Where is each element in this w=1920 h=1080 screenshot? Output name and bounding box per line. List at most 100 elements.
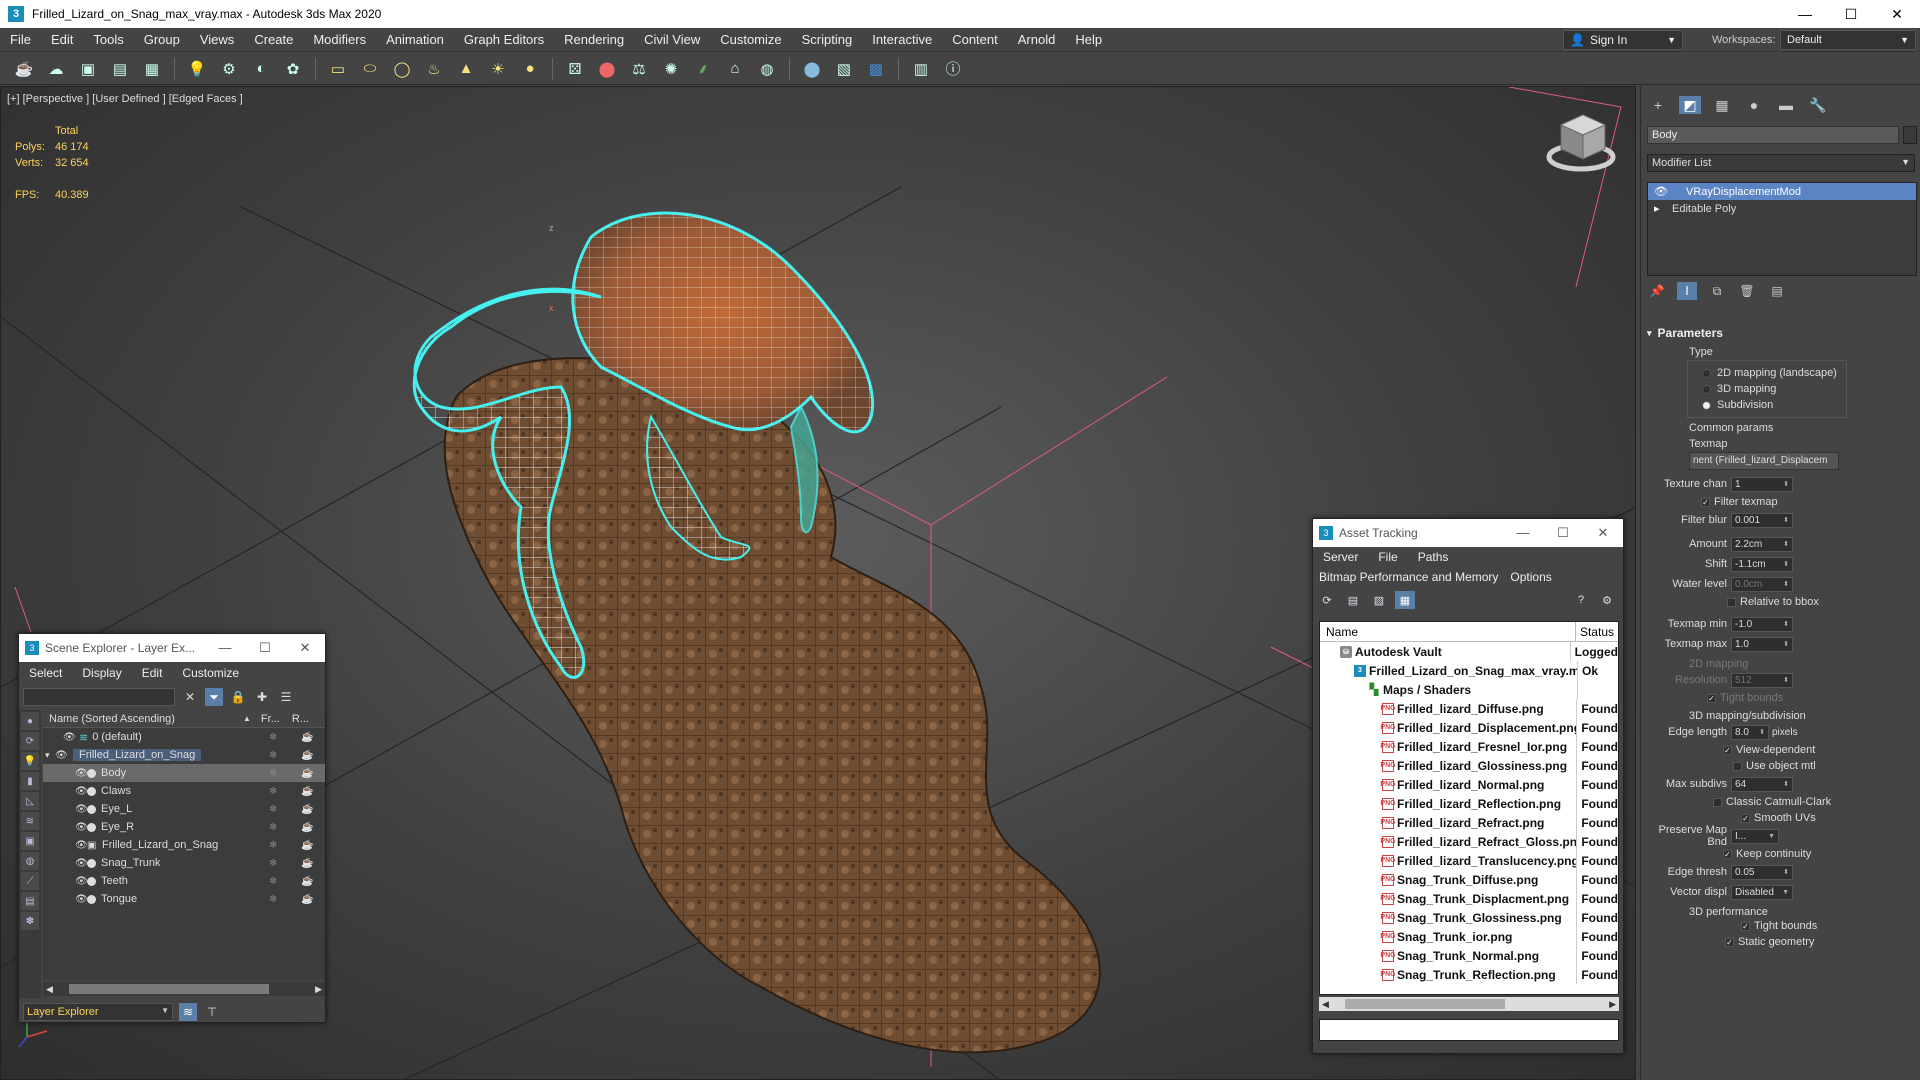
use-object-mtl-checkbox[interactable]: Use object mtl bbox=[1723, 758, 1915, 774]
asset-row[interactable]: PNG Frilled_lizard_Refract_Gloss.png Found bbox=[1320, 832, 1618, 851]
vray-frame-buffer-icon[interactable]: ▩ bbox=[862, 56, 890, 82]
menu-file[interactable]: File bbox=[0, 32, 41, 47]
asset-row[interactable]: ⛁ Autodesk Vault Logged bbox=[1320, 642, 1618, 661]
help-icon[interactable]: ? bbox=[1571, 591, 1591, 609]
frozen-snowflake-icon[interactable]: ❄ bbox=[269, 894, 277, 905]
remove-modifier-icon[interactable]: 🗑 bbox=[1737, 282, 1757, 300]
eye-icon[interactable]: 👁 bbox=[75, 876, 88, 887]
render-teapot-icon[interactable]: ☕ bbox=[301, 768, 313, 779]
classic-catmull-checkbox[interactable]: Classic Catmull-Clark bbox=[1703, 794, 1915, 810]
display-shapes-icon[interactable]: ⟳ bbox=[21, 732, 39, 750]
asset-row[interactable]: PNG Frilled_lizard_Displacement.png Found bbox=[1320, 718, 1618, 737]
eye-icon[interactable]: 👁 bbox=[75, 804, 88, 815]
perf-tight-bounds-checkbox[interactable]: ✓ Tight bounds bbox=[1731, 918, 1915, 934]
asset-row[interactable]: PNG Snag_Trunk_Displacment.png Found bbox=[1320, 889, 1618, 908]
scroll-left-icon[interactable]: ◀ bbox=[1322, 999, 1329, 1010]
maximize-button[interactable]: ☐ bbox=[245, 640, 285, 656]
vray-fur-icon[interactable]: ⬤ bbox=[593, 56, 621, 82]
render-teapot-icon[interactable]: ☕ bbox=[301, 858, 313, 869]
at-menu-options[interactable]: Options bbox=[1504, 570, 1557, 584]
object-row-tongue[interactable]: 👁 Tongue ❄ ☕ bbox=[43, 890, 325, 908]
menu-scripting[interactable]: Scripting bbox=[792, 32, 863, 47]
type-subdivision-radio[interactable]: Subdivision bbox=[1692, 397, 1842, 413]
keep-continuity-checkbox[interactable]: ✓ Keep continuity bbox=[1713, 846, 1915, 862]
minimize-button[interactable]: — bbox=[1503, 525, 1543, 541]
vray-sphere-light-icon[interactable]: ◯ bbox=[388, 56, 416, 82]
filter-blur-spinner[interactable]: 0.001 ⬍ bbox=[1731, 512, 1793, 528]
thumbnail-view-icon[interactable]: ▧ bbox=[1369, 591, 1389, 609]
type-3d-mapping-radio[interactable]: 3D mapping bbox=[1692, 381, 1842, 397]
maximize-button[interactable]: ☐ bbox=[1543, 525, 1583, 541]
vray-volume-grid-icon[interactable]: ⸙ bbox=[689, 56, 717, 82]
teapot-icon[interactable]: ☕ bbox=[10, 56, 38, 82]
water-level-spinner[interactable]: 0.0cm ⬍ bbox=[1731, 576, 1793, 592]
search-input[interactable] bbox=[23, 688, 175, 706]
display-geometry-icon[interactable]: ● bbox=[21, 712, 39, 730]
scroll-left-icon[interactable]: ◀ bbox=[46, 984, 53, 995]
vray-proxy-icon[interactable]: ⚄ bbox=[561, 56, 589, 82]
menu-civil-view[interactable]: Civil View bbox=[634, 32, 710, 47]
frozen-snowflake-icon[interactable]: ❄ bbox=[269, 876, 277, 887]
display-tab-icon[interactable]: ▬ bbox=[1775, 96, 1797, 114]
eye-icon[interactable]: 👁 bbox=[75, 894, 88, 905]
vray-physical-camera-icon[interactable]: ⚖ bbox=[625, 56, 653, 82]
create-tab-icon[interactable]: + bbox=[1647, 96, 1669, 114]
asset-path-field[interactable] bbox=[1319, 1019, 1619, 1041]
material-editor-icon[interactable]: ▤ bbox=[106, 56, 134, 82]
vector-displ-dropdown[interactable]: Disabled ▼ bbox=[1731, 884, 1793, 900]
eye-icon[interactable]: 👁 bbox=[75, 840, 88, 851]
horizontal-scrollbar[interactable]: ◀ ▶ bbox=[43, 982, 325, 996]
vray-disc-light-icon[interactable]: ⬭ bbox=[356, 56, 384, 82]
minimize-button[interactable]: — bbox=[1782, 0, 1828, 28]
viewcube[interactable] bbox=[1546, 114, 1616, 172]
frozen-snowflake-icon[interactable]: ❄ bbox=[269, 858, 277, 869]
eye-icon[interactable]: 👁 bbox=[75, 786, 88, 797]
stack-item-editable-poly[interactable]: ▸ Editable Poly bbox=[1648, 200, 1916, 217]
minimize-button[interactable]: — bbox=[205, 640, 245, 656]
make-unique-icon[interactable]: ⧉ bbox=[1707, 282, 1727, 300]
vray-plane-light-icon[interactable]: ▭ bbox=[324, 56, 352, 82]
filter-texmap-checkbox[interactable]: ✓ Filter texmap bbox=[1691, 494, 1915, 510]
stack-item-vraydisplacementmod[interactable]: 👁 VRayDisplacementMod bbox=[1648, 183, 1916, 200]
render-teapot-icon[interactable]: ☕ bbox=[301, 804, 313, 815]
asset-row[interactable]: PNG Snag_Trunk_Diffuse.png Found bbox=[1320, 870, 1618, 889]
at-menu-bitmap-performance[interactable]: Bitmap Performance and Memory bbox=[1313, 570, 1504, 584]
object-row-body[interactable]: 👁 Body ❄ ☕ bbox=[43, 764, 325, 782]
column-header-status[interactable]: Status bbox=[1576, 622, 1618, 641]
display-helpers-icon[interactable]: ◺ bbox=[21, 792, 39, 810]
vray-batch-icon[interactable]: ▥ bbox=[907, 56, 935, 82]
menu-interactive[interactable]: Interactive bbox=[862, 32, 942, 47]
help-icon[interactable]: ⓘ bbox=[939, 56, 967, 82]
display-cameras-icon[interactable]: ▮ bbox=[21, 772, 39, 790]
vray-ambient-light-icon[interactable]: ● bbox=[516, 56, 544, 82]
menu-modifiers[interactable]: Modifiers bbox=[303, 32, 376, 47]
edge-length-spinner[interactable]: 8.0 ⬍ bbox=[1731, 724, 1769, 740]
column-header-name[interactable]: Name bbox=[1320, 622, 1576, 641]
viewport-label[interactable]: [+] [Perspective ] [User Defined ] [Edge… bbox=[7, 93, 243, 105]
scroll-right-icon[interactable]: ▶ bbox=[1609, 999, 1616, 1010]
menu-animation[interactable]: Animation bbox=[376, 32, 454, 47]
layer-row-frilled-lizard[interactable]: ▾ 👁 Frilled_Lizard_on_Snag ❄ ☕ bbox=[43, 746, 325, 764]
close-button[interactable]: ✕ bbox=[1874, 0, 1920, 28]
scroll-right-icon[interactable]: ▶ bbox=[315, 984, 322, 995]
vray-hf-icon[interactable]: ⌂ bbox=[721, 56, 749, 82]
configure-sets-icon[interactable]: ▤ bbox=[1767, 282, 1787, 300]
modify-tab-icon[interactable]: ◩ bbox=[1679, 96, 1701, 114]
motion-tab-icon[interactable]: ● bbox=[1743, 96, 1765, 114]
vray-plane-icon[interactable]: ✺ bbox=[657, 56, 685, 82]
utilities-tab-icon[interactable]: 🔧 bbox=[1807, 96, 1829, 114]
asset-row[interactable]: 3 Frilled_Lizard_on_Snag_max_vray.max Ok bbox=[1320, 661, 1618, 680]
column-header-render[interactable]: R... bbox=[292, 713, 309, 725]
asset-row[interactable]: PNG Frilled_lizard_Fresnel_Ior.png Found bbox=[1320, 737, 1618, 756]
display-xrefs-icon[interactable]: ◍ bbox=[21, 852, 39, 870]
eye-icon[interactable]: 👁 bbox=[1654, 185, 1672, 198]
display-bones-icon[interactable]: ⟋ bbox=[21, 872, 39, 890]
render-teapot-icon[interactable]: ☕ bbox=[301, 732, 313, 743]
se-menu-edit[interactable]: Edit bbox=[132, 666, 173, 680]
display-containers-icon[interactable]: ▤ bbox=[21, 892, 39, 910]
eye-icon[interactable]: 👁 bbox=[75, 858, 88, 869]
column-header-name[interactable]: Name (Sorted Ascending) bbox=[43, 713, 243, 725]
horizontal-scrollbar[interactable]: ◀ ▶ bbox=[1319, 997, 1619, 1011]
preserve-map-bnd-dropdown[interactable]: I... ▼ bbox=[1731, 828, 1779, 844]
render-teapot-icon[interactable]: ☕ bbox=[301, 840, 313, 851]
